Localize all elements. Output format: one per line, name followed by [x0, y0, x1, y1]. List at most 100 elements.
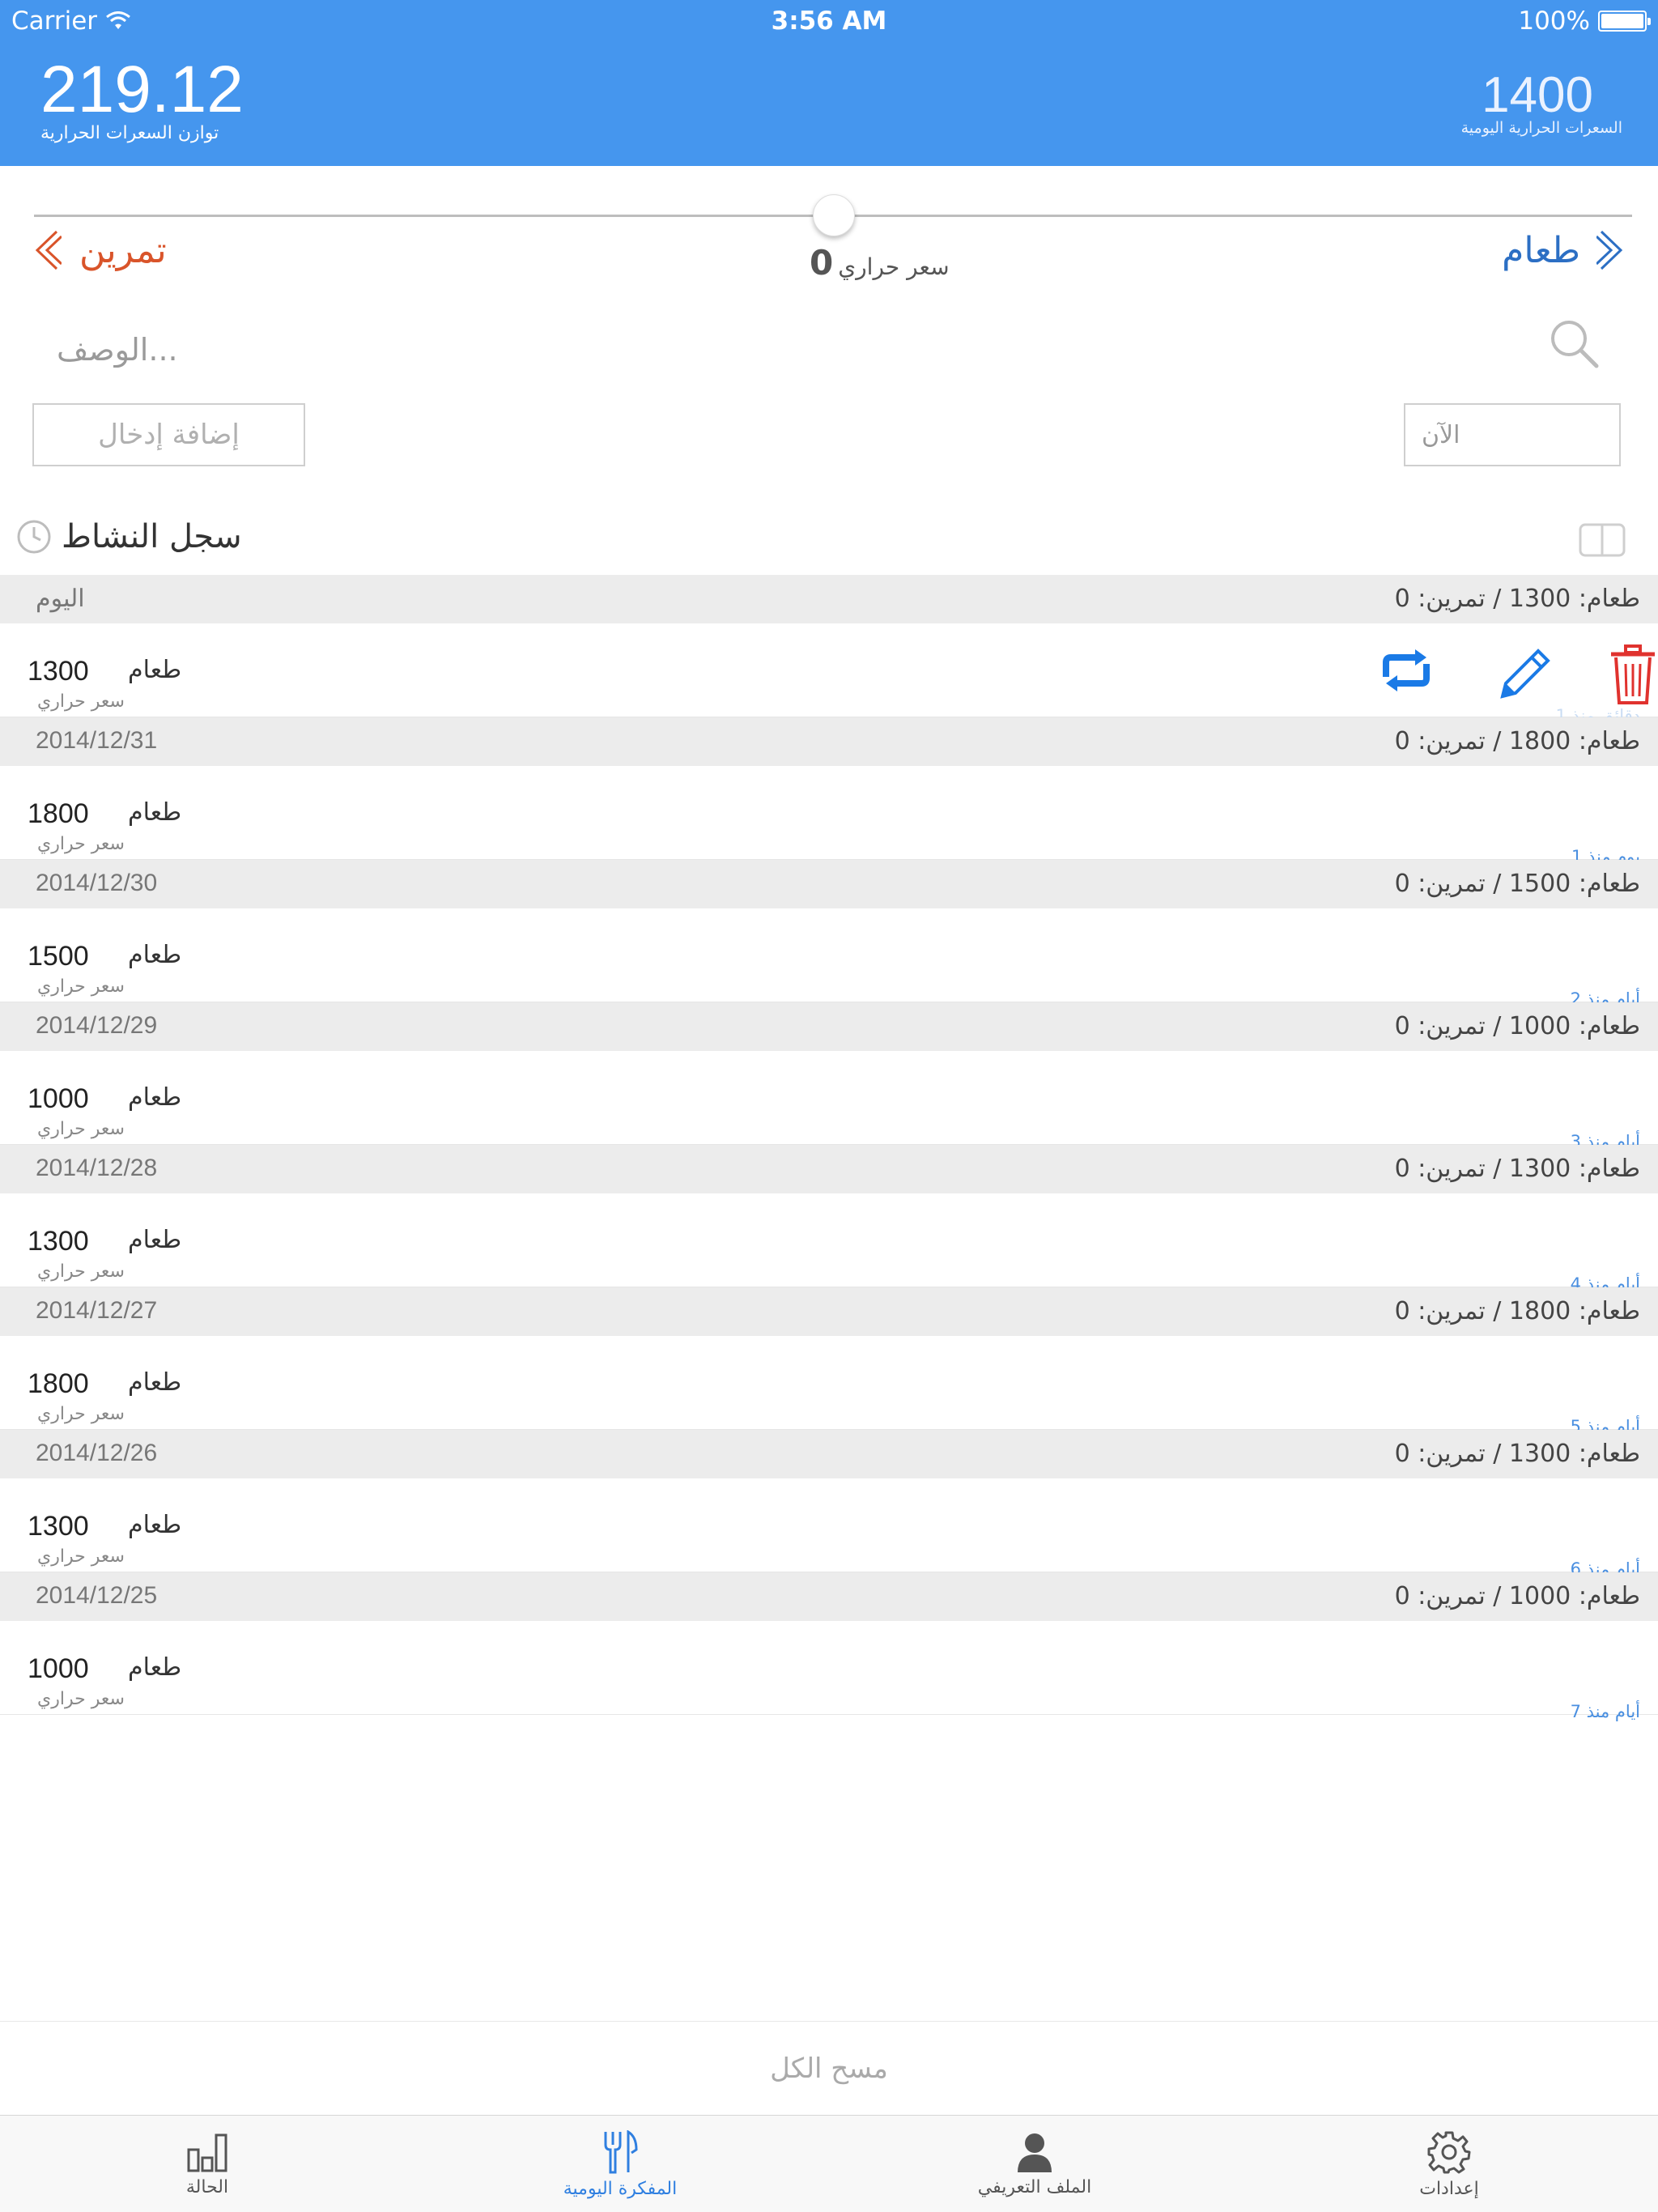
day-date: 2014/12/28 [36, 1155, 158, 1181]
day-header: 2014/12/26 طعام: 1300 / تمرين: 0 [0, 1430, 1658, 1478]
day-header: 2014/12/27 طعام: 1800 / تمرين: 0 [0, 1287, 1658, 1336]
tab-settings-label: إعدادات [1419, 2178, 1479, 2199]
search-icon[interactable] [1548, 317, 1601, 371]
entry-calories: 1300 [28, 656, 89, 687]
entry-actions [1269, 644, 1658, 704]
entry-unit: سعر حراري [37, 1689, 125, 1709]
log-entry[interactable]: 1000 طعام سعر حراري أيام منذ 7 [0, 1621, 1658, 1721]
day-date: اليوم [36, 585, 85, 612]
day-summary: طعام: 1300 / تمرين: 0 [1394, 1440, 1640, 1468]
calorie-balance-label: توازن السعرات الحرارية [40, 123, 219, 143]
tab-bar: الحالة المفكرة اليومية الملف التعريفي إع… [0, 2115, 1658, 2212]
day-header: 2014/12/31 طعام: 1800 / تمرين: 0 [0, 717, 1658, 766]
entry-type: طعام [128, 656, 182, 684]
day-summary: طعام: 1800 / تمرين: 0 [1394, 727, 1640, 755]
status-bar: Carrier 3:56 AM 100% [0, 6, 1658, 39]
tab-status[interactable]: الحالة [45, 2116, 369, 2212]
battery-percent: 100% [1518, 6, 1590, 36]
day-summary: طعام: 1300 / تمرين: 0 [1394, 585, 1640, 613]
description-input[interactable] [57, 324, 1514, 376]
battery: 100% [1518, 6, 1651, 36]
battery-icon [1598, 11, 1651, 32]
add-entry-button[interactable]: إضافة إدخال [32, 403, 305, 466]
day-date: 2014/12/26 [36, 1440, 158, 1466]
entry-calories: 1500 [28, 941, 89, 972]
day-summary: طعام: 1800 / تمرين: 0 [1394, 1297, 1640, 1325]
day-date: 2014/12/31 [36, 727, 158, 754]
clock: 3:56 AM [771, 6, 887, 36]
activity-log-title: سجل النشاط [62, 518, 242, 555]
log-entry[interactable]: 1800 طعام سعر حراري أيام منذ 5 [0, 1336, 1658, 1436]
tab-profile-label: الملف التعريفي [977, 2176, 1092, 2197]
entry-type: طعام [128, 1226, 182, 1254]
tab-settings[interactable]: إعدادات [1287, 2116, 1611, 2212]
day-header: 2014/12/29 طعام: 1000 / تمرين: 0 [0, 1002, 1658, 1051]
day-header: اليوم طعام: 1300 / تمرين: 0 [0, 575, 1658, 623]
entry-time-ago: أيام منذ 7 [1570, 1702, 1640, 1721]
day-summary: طعام: 1300 / تمرين: 0 [1394, 1155, 1640, 1183]
clock-icon [17, 520, 51, 554]
entry-calories: 1000 [28, 1083, 89, 1114]
activity-log-list: اليوم طعام: 1300 / تمرين: 0 1300 طعام سع… [0, 575, 1658, 1721]
tab-status-label: الحالة [185, 2176, 229, 2197]
tab-daily-diary[interactable]: المفكرة اليومية [458, 2116, 782, 2212]
log-entry[interactable]: 1300 طعام سعر حراري أيام منذ 4 [0, 1193, 1658, 1294]
day-summary: طعام: 1000 / تمرين: 0 [1394, 1012, 1640, 1040]
exercise-button[interactable]: تمرين [32, 228, 167, 272]
entry-type: طعام [128, 941, 182, 969]
entry-unit: سعر حراري [37, 1404, 125, 1424]
fork-knife-icon [604, 2129, 638, 2173]
entry-unit: سعر حراري [37, 834, 125, 854]
exercise-label: تمرين [79, 229, 167, 271]
tab-profile[interactable]: الملف التعريفي [873, 2116, 1197, 2212]
calorie-amount: 0 سعر حراري [810, 243, 950, 283]
entry-unit: سعر حراري [37, 1119, 125, 1139]
tab-daily-diary-label: المفكرة اليومية [563, 2178, 678, 2199]
entry-type: طعام [128, 1083, 182, 1112]
entry-unit: سعر حراري [37, 691, 125, 712]
entry-unit: سعر حراري [37, 976, 125, 997]
calorie-balance-value: 219.12 [40, 53, 244, 126]
day-date: 2014/12/25 [36, 1582, 158, 1609]
calorie-amount-value: 0 [810, 243, 834, 283]
entry-type: طعام [128, 1511, 182, 1539]
activity-log-header: سجل النشاط [16, 518, 242, 555]
daily-calories-value: 1400 [1482, 67, 1593, 123]
entry-calories: 1000 [28, 1653, 89, 1684]
gear-icon [1427, 2131, 1471, 2173]
entry-type: طعام [128, 798, 182, 827]
daily-calories-label: السعرات الحرارية اليومية [1460, 119, 1622, 137]
delete-icon[interactable] [1609, 644, 1656, 706]
log-entry[interactable]: 1800 طعام سعر حراري يوم منذ 1 [0, 766, 1658, 866]
day-date: 2014/12/27 [36, 1297, 158, 1324]
food-label: طعام [1502, 229, 1580, 271]
log-entry[interactable]: 1500 طعام سعر حراري أيام منذ 2 [0, 908, 1658, 1009]
day-summary: طعام: 1500 / تمرين: 0 [1394, 870, 1640, 898]
bar-chart-icon [187, 2133, 227, 2172]
time-field[interactable]: الآن [1404, 403, 1621, 466]
entry-calories: 1300 [28, 1511, 89, 1542]
calorie-amount-unit: سعر حراري [838, 253, 950, 280]
calorie-slider-knob[interactable] [813, 194, 855, 236]
log-entry[interactable]: 1000 طعام سعر حراري أيام منذ 3 [0, 1051, 1658, 1151]
day-header: 2014/12/25 طعام: 1000 / تمرين: 0 [0, 1572, 1658, 1621]
log-entry[interactable]: 1300 طعام سعر حراري أيام منذ 6 [0, 1478, 1658, 1579]
repeat-icon[interactable] [1375, 644, 1438, 696]
chevron-right-icon [1596, 230, 1623, 270]
clear-all-button[interactable]: مسح الكل [0, 2021, 1658, 2115]
book-icon[interactable] [1579, 523, 1626, 557]
header-bar: Carrier 3:56 AM 100% 219.12 توازن السعرا… [0, 0, 1658, 166]
entry-unit: سعر حراري [37, 1261, 125, 1282]
entry-calories: 1800 [28, 1368, 89, 1399]
entry-calories: 1800 [28, 798, 89, 829]
day-date: 2014/12/30 [36, 870, 158, 896]
entry-calories: 1300 [28, 1226, 89, 1257]
day-header: 2014/12/28 طعام: 1300 / تمرين: 0 [0, 1145, 1658, 1193]
food-button[interactable]: طعام [1502, 228, 1626, 272]
edit-icon[interactable] [1493, 644, 1554, 706]
entry-type: طعام [128, 1653, 182, 1682]
day-header: 2014/12/30 طعام: 1500 / تمرين: 0 [0, 860, 1658, 908]
day-date: 2014/12/29 [36, 1012, 158, 1039]
person-icon [1018, 2133, 1052, 2172]
log-entry[interactable]: 1300 طعام سعر حراري دقائق منذ 1 [0, 623, 1658, 725]
